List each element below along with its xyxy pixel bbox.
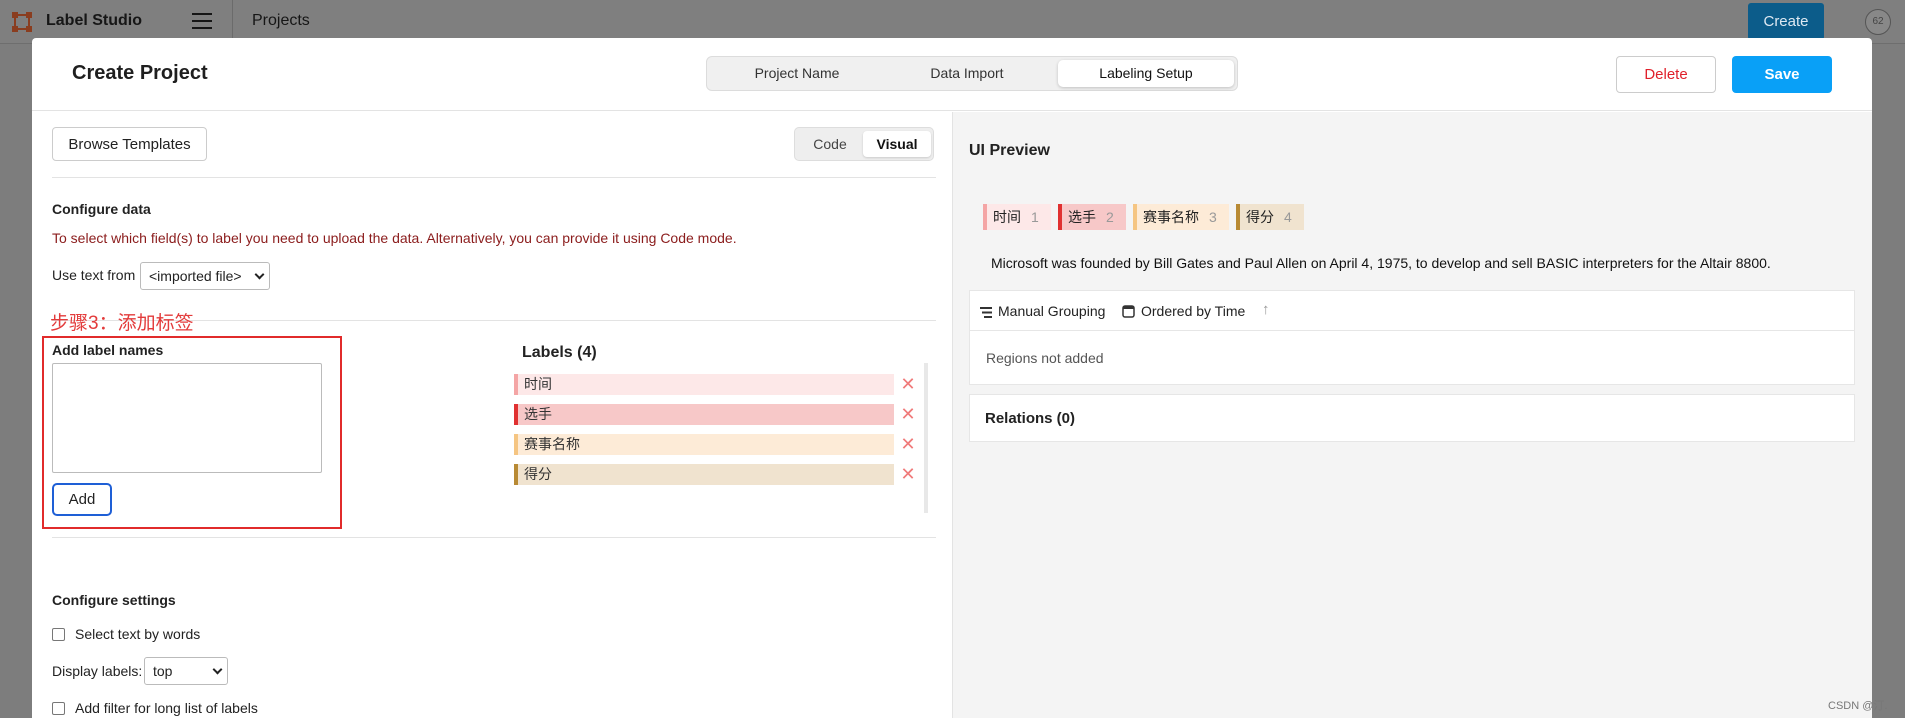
ordered-by-time-label: Ordered by Time xyxy=(1141,303,1246,319)
label-chip[interactable]: 赛事名称 3 xyxy=(1133,204,1229,230)
sort-arrow-up-icon[interactable]: ↑ xyxy=(1262,301,1270,318)
use-text-from-select[interactable]: <imported file> xyxy=(140,262,270,290)
display-labels-value: top xyxy=(153,663,173,679)
label-name: 选手 xyxy=(524,406,552,422)
label-item[interactable]: 赛事名称 xyxy=(514,434,894,455)
browse-templates-button[interactable]: Browse Templates xyxy=(52,127,207,161)
label-color-bar xyxy=(514,434,518,455)
step-annotation: 步骤3：添加标签 xyxy=(50,313,194,334)
label-color-bar xyxy=(514,464,518,485)
filter-long-list-checkbox[interactable] xyxy=(52,702,65,715)
label-names-textarea[interactable] xyxy=(52,363,322,473)
configure-data-title: Configure data xyxy=(52,201,151,217)
configure-data-warning: To select which field(s) to label you ne… xyxy=(52,230,737,246)
filter-long-list-option[interactable]: Add filter for long list of labels xyxy=(52,700,258,716)
app-title: Label Studio xyxy=(46,12,142,29)
chip-color-bar xyxy=(1236,204,1240,230)
remove-label-icon[interactable]: ✕ xyxy=(900,375,916,393)
create-project-button[interactable]: Create xyxy=(1748,3,1824,40)
display-labels-label: Display labels: xyxy=(52,663,143,679)
label-chip[interactable]: 时间 1 xyxy=(983,204,1051,230)
select-by-words-checkbox[interactable] xyxy=(52,628,65,641)
configure-settings-title: Configure settings xyxy=(52,592,176,608)
visual-mode-button[interactable]: Visual xyxy=(863,131,931,157)
ordered-by-time-button[interactable]: Ordered by Time xyxy=(1122,303,1245,319)
label-item[interactable]: 选手 xyxy=(514,404,894,425)
chip-hotkey: 1 xyxy=(1031,209,1039,225)
add-label-names-title: Add label names xyxy=(52,342,164,358)
chevron-down-icon xyxy=(212,664,223,675)
label-color-bar xyxy=(514,404,518,425)
relations-panel: Relations (0) xyxy=(969,394,1855,442)
chip-name: 赛事名称 xyxy=(1143,209,1199,225)
delete-button[interactable]: Delete xyxy=(1616,56,1716,93)
regions-panel: Manual Grouping Ordered by Time ↑ Region… xyxy=(969,290,1855,385)
chevron-down-icon xyxy=(254,269,265,280)
config-pane: Browse Templates Code Visual Configure d… xyxy=(32,112,952,718)
label-studio-logo-icon xyxy=(12,12,32,32)
labels-scrollbar[interactable] xyxy=(924,363,928,513)
calendar-icon xyxy=(1122,305,1135,318)
step-tabs: Project Name Data Import Labeling Setup xyxy=(706,56,1238,91)
display-labels-select[interactable]: top xyxy=(144,657,228,685)
label-name: 时间 xyxy=(524,376,552,392)
regions-empty-text: Regions not added xyxy=(986,350,1104,366)
label-name: 赛事名称 xyxy=(524,436,580,452)
breadcrumb-projects[interactable]: Projects xyxy=(252,12,310,30)
modal-title: Create Project xyxy=(72,62,208,84)
select-by-words-option[interactable]: Select text by words xyxy=(52,626,200,642)
manual-grouping-label: Manual Grouping xyxy=(998,303,1106,319)
ui-preview-title: UI Preview xyxy=(969,142,1050,159)
ui-preview-pane: UI Preview 时间 1 选手 2 赛事名称 3 得分 4 Microsoft w… xyxy=(953,112,1872,718)
tab-data-import[interactable]: Data Import xyxy=(877,60,1057,87)
chip-hotkey: 4 xyxy=(1284,209,1292,225)
use-text-from-value: <imported file> xyxy=(149,268,242,284)
chip-hotkey: 3 xyxy=(1209,209,1217,225)
use-text-from-label: Use text from xyxy=(52,267,136,283)
relations-title: Relations (0) xyxy=(985,410,1076,427)
chip-name: 时间 xyxy=(993,209,1021,225)
label-color-bar xyxy=(514,374,518,395)
label-item[interactable]: 时间 xyxy=(514,374,894,395)
divider xyxy=(52,537,936,538)
chip-hotkey: 2 xyxy=(1106,209,1114,225)
label-chip[interactable]: 选手 2 xyxy=(1058,204,1126,230)
regions-toolbar: Manual Grouping Ordered by Time ↑ xyxy=(970,291,1854,331)
divider xyxy=(52,177,936,178)
code-mode-button[interactable]: Code xyxy=(799,131,861,157)
remove-label-icon[interactable]: ✕ xyxy=(900,405,916,423)
manual-grouping-button[interactable]: Manual Grouping xyxy=(980,303,1105,319)
tab-labeling-setup[interactable]: Labeling Setup xyxy=(1058,60,1234,87)
remove-label-icon[interactable]: ✕ xyxy=(900,465,916,483)
chip-color-bar xyxy=(983,204,987,230)
chip-color-bar xyxy=(1058,204,1062,230)
hamburger-menu-icon[interactable] xyxy=(192,13,212,29)
tab-project-name[interactable]: Project Name xyxy=(717,60,877,87)
modal-header: Create Project Project Name Data Import … xyxy=(32,38,1872,111)
label-item[interactable]: 得分 xyxy=(514,464,894,485)
chip-color-bar xyxy=(1133,204,1137,230)
remove-label-icon[interactable]: ✕ xyxy=(900,435,916,453)
add-labels-button[interactable]: Add xyxy=(52,483,112,516)
mode-toggle: Code Visual xyxy=(794,127,934,161)
filter-long-list-label: Add filter for long list of labels xyxy=(75,700,258,716)
label-chip[interactable]: 得分 4 xyxy=(1236,204,1304,230)
user-avatar[interactable]: 62 xyxy=(1865,9,1891,35)
select-by-words-label: Select text by words xyxy=(75,626,201,642)
create-project-modal: Create Project Project Name Data Import … xyxy=(32,38,1872,718)
chip-name: 选手 xyxy=(1068,209,1096,225)
chip-name: 得分 xyxy=(1246,209,1274,225)
labels-heading: Labels (4) xyxy=(522,344,597,361)
label-name: 得分 xyxy=(524,466,552,482)
save-button[interactable]: Save xyxy=(1732,56,1832,93)
sample-text[interactable]: Microsoft was founded by Bill Gates and … xyxy=(991,255,1771,271)
list-icon xyxy=(980,307,992,318)
watermark: CSDN @汀. xyxy=(1828,700,1888,712)
